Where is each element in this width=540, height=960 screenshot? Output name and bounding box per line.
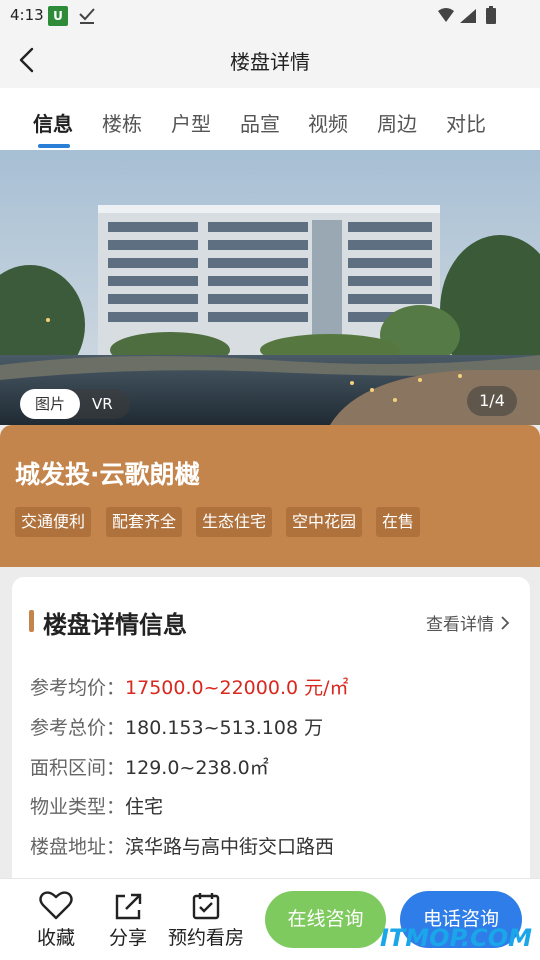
status-time: 4:13: [10, 6, 44, 24]
detail-row-area-range: 面积区间：129.0~238.0㎡: [30, 753, 269, 780]
hero-image[interactable]: [0, 150, 540, 425]
tab-buildings[interactable]: 楼栋: [102, 108, 142, 137]
status-tag: 在售: [376, 507, 421, 537]
building-rendering-image: [0, 150, 540, 425]
app-notification-icon: U: [48, 6, 68, 26]
detail-label: 参考总价：: [30, 717, 126, 739]
status-bar: 4:13 U: [0, 0, 540, 32]
section-title: 楼盘详情信息: [43, 611, 187, 639]
appointment-button[interactable]: 预约看房: [162, 891, 250, 950]
tab-compare[interactable]: 对比: [446, 108, 486, 137]
watermark: ITMOP.COM: [380, 924, 533, 952]
project-tag: 生态住宅: [196, 507, 273, 537]
calendar-check-icon: [192, 893, 220, 920]
share-label: 分享: [108, 927, 147, 949]
detail-label: 物业类型：: [30, 796, 126, 818]
detail-row-avg-price: 参考均价：17500.0~22000.0 元/㎡: [30, 673, 349, 700]
share-icon: [115, 893, 142, 920]
vr-toggle[interactable]: VR: [92, 389, 113, 419]
project-tag: 空中花园: [286, 507, 363, 537]
page-title: 楼盘详情: [230, 50, 310, 74]
view-details-link[interactable]: 查看详情: [426, 610, 510, 635]
tab-promotion[interactable]: 品宣: [240, 108, 280, 137]
detail-value: 129.0~238.0㎡: [125, 757, 269, 779]
detail-row-address: 楼盘地址：滨华路与高中街交口路西: [30, 832, 334, 859]
favorite-label: 收藏: [36, 927, 75, 949]
detail-value: 17500.0~22000.0 元/㎡: [125, 677, 349, 699]
tab-surroundings[interactable]: 周边: [377, 108, 417, 137]
chevron-right-icon: [501, 616, 510, 630]
detail-label: 楼盘地址：: [30, 836, 126, 858]
heart-icon: [39, 891, 73, 920]
project-tag: 交通便利: [15, 507, 92, 537]
tab-video[interactable]: 视频: [308, 108, 348, 137]
download-done-icon: [79, 8, 95, 24]
active-tab-indicator: [38, 144, 70, 148]
view-details-label: 查看详情: [426, 615, 494, 635]
section-accent-bar: [29, 610, 34, 632]
detail-row-property-type: 物业类型：住宅: [30, 792, 163, 819]
top-navigation: 楼盘详情: [0, 32, 540, 88]
tab-info[interactable]: 信息: [33, 108, 73, 137]
detail-value: 滨华路与高中街交口路西: [125, 836, 335, 858]
tab-bar: 信息 楼栋 户型 品宣 视频 周边 对比: [0, 88, 540, 150]
detail-label: 参考均价：: [30, 677, 126, 699]
detail-label: 面积区间：: [30, 757, 126, 779]
media-toggle: 图片 VR: [20, 389, 130, 419]
detail-row-total-price: 参考总价：180.153~513.108 万: [30, 713, 323, 740]
online-consult-button[interactable]: 在线咨询: [265, 891, 386, 948]
project-name: 城发投·云歌朗樾: [15, 460, 200, 489]
share-button[interactable]: 分享: [98, 891, 158, 950]
appointment-label: 预约看房: [167, 927, 244, 949]
detail-value: 住宅: [125, 796, 164, 818]
detail-value: 180.153~513.108 万: [125, 717, 324, 739]
details-card: 楼盘详情信息 查看详情 参考均价：17500.0~22000.0 元/㎡ 参考总…: [12, 577, 530, 897]
photo-toggle[interactable]: 图片: [20, 389, 80, 419]
signal-battery-icons: [438, 6, 496, 24]
project-info-panel: 城发投·云歌朗樾 交通便利 配套齐全 生态住宅 空中花园 在售: [0, 425, 540, 567]
project-tag: 配套齐全: [106, 507, 183, 537]
tab-floor-plans[interactable]: 户型: [171, 108, 211, 137]
favorite-button[interactable]: 收藏: [26, 891, 86, 950]
image-counter: 1/4: [467, 386, 517, 416]
